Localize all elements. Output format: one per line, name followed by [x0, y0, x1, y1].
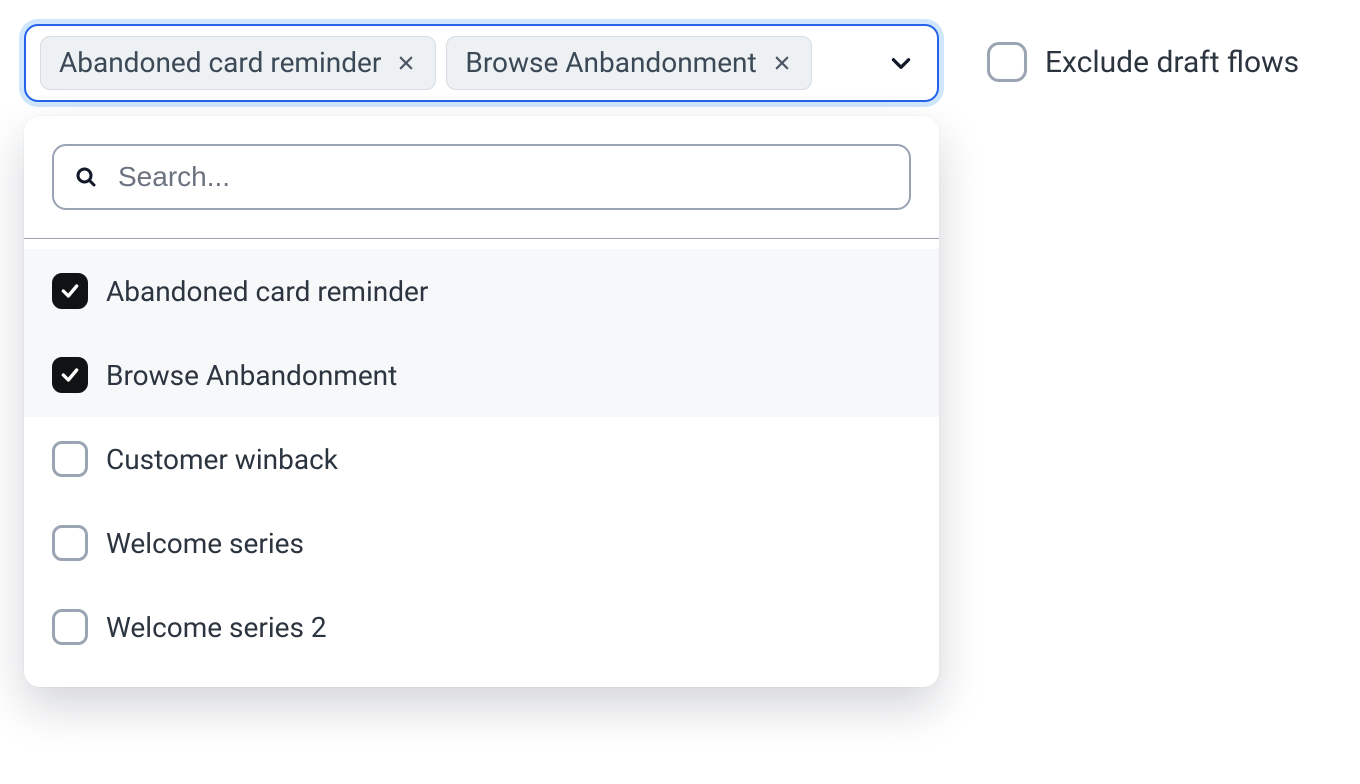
multiselect-dropdown: Abandoned card reminder Browse Anbandonm…: [24, 116, 939, 687]
option[interactable]: Welcome series 2: [24, 585, 939, 669]
option-label: Welcome series: [106, 527, 304, 560]
checkbox-unchecked-icon[interactable]: [52, 609, 88, 645]
search-input[interactable]: [116, 160, 889, 194]
checkbox-unchecked-icon[interactable]: [52, 525, 88, 561]
option[interactable]: Browse Anbandonment: [24, 333, 939, 417]
search-icon: [74, 165, 98, 189]
selected-chips: Abandoned card reminder Browse Anbandonm…: [40, 36, 869, 90]
option-label: Browse Anbandonment: [106, 359, 397, 392]
multiselect-field[interactable]: Abandoned card reminder Browse Anbandonm…: [24, 24, 939, 102]
checkbox-unchecked-icon[interactable]: [52, 441, 88, 477]
option[interactable]: Customer winback: [24, 417, 939, 501]
chip-label: Browse Anbandonment: [465, 49, 756, 77]
close-icon[interactable]: [771, 52, 793, 74]
search-field[interactable]: [52, 144, 911, 210]
exclude-drafts-label: Exclude draft flows: [1045, 45, 1299, 80]
exclude-drafts-toggle[interactable]: Exclude draft flows: [987, 24, 1299, 82]
chip-label: Abandoned card reminder: [59, 49, 381, 77]
checkbox-unchecked-icon[interactable]: [987, 42, 1027, 82]
option-label: Customer winback: [106, 443, 338, 476]
option-label: Welcome series 2: [106, 611, 327, 644]
options-list: Abandoned card reminder Browse Anbandonm…: [24, 239, 939, 687]
checkbox-checked-icon[interactable]: [52, 273, 88, 309]
option[interactable]: Abandoned card reminder: [24, 249, 939, 333]
flow-multiselect: Abandoned card reminder Browse Anbandonm…: [24, 24, 939, 687]
chevron-down-icon[interactable]: [879, 41, 923, 85]
close-icon[interactable]: [395, 52, 417, 74]
chip[interactable]: Abandoned card reminder: [40, 36, 436, 90]
chip[interactable]: Browse Anbandonment: [446, 36, 811, 90]
checkbox-checked-icon[interactable]: [52, 357, 88, 393]
option-label: Abandoned card reminder: [106, 275, 428, 308]
option[interactable]: Welcome series: [24, 501, 939, 585]
